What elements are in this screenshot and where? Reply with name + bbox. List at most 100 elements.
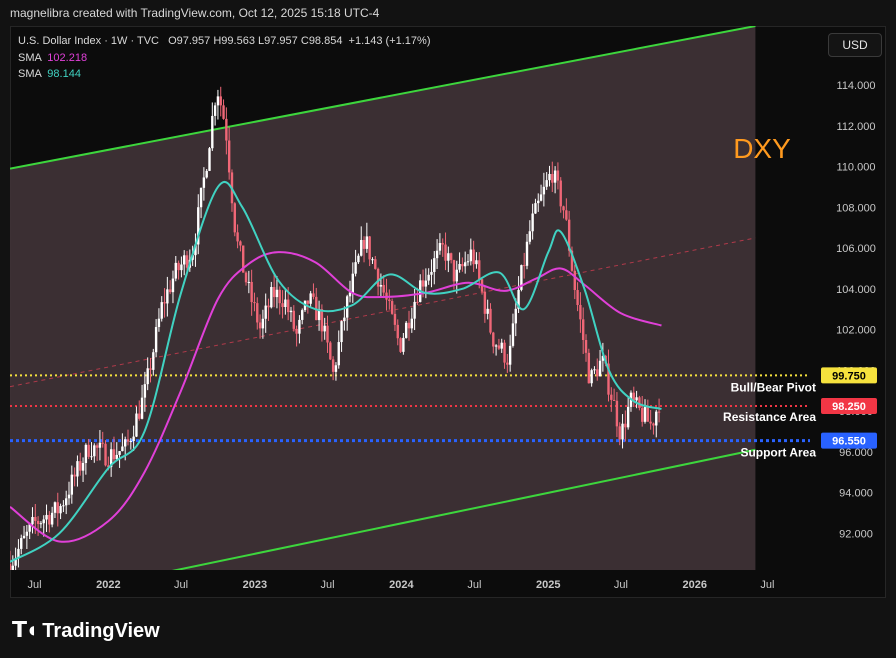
candle-body	[371, 259, 374, 261]
candle-body	[67, 494, 71, 499]
candle-body	[320, 309, 324, 332]
sma-fast-value: 98.144	[47, 68, 81, 80]
candle-body	[573, 270, 576, 291]
candle-body	[525, 241, 529, 266]
candle-body	[239, 241, 242, 246]
candle-body	[48, 514, 51, 525]
candle-body	[635, 397, 638, 401]
candle-body	[475, 260, 478, 265]
candle-body	[140, 397, 144, 419]
candle-body	[407, 322, 411, 329]
candle-body	[399, 338, 402, 352]
candle-body	[168, 289, 172, 293]
candle-body	[522, 265, 526, 267]
candle-body	[298, 319, 301, 334]
candle-body	[25, 531, 29, 536]
candle-body	[376, 268, 380, 287]
candle-body	[73, 474, 76, 477]
candle-body	[657, 411, 661, 413]
candle-body	[576, 290, 579, 305]
candle-body	[295, 328, 298, 334]
candle-body	[129, 441, 133, 443]
candle-body	[416, 301, 419, 303]
candle-body	[354, 262, 357, 274]
candle-body	[365, 236, 369, 249]
candle-body	[404, 322, 408, 338]
candle-body	[258, 322, 262, 329]
candle-body	[430, 271, 433, 275]
legend-high: 99.563	[221, 35, 255, 47]
candle-body	[444, 244, 447, 261]
candle-body	[118, 451, 121, 455]
candle-body	[157, 318, 161, 328]
candle-body	[435, 250, 439, 259]
candle-body	[553, 170, 557, 183]
candle-body	[388, 299, 391, 302]
candle-body	[643, 406, 647, 422]
candle-body	[104, 443, 107, 466]
candle-body	[508, 345, 512, 365]
candle-body	[638, 397, 641, 408]
candle-body	[331, 359, 335, 372]
level-price-tag-text: 96.550	[832, 436, 866, 448]
candle-body	[121, 446, 124, 452]
legend-main: U.S. Dollar Index · 1W · TVC O97.957 H99…	[18, 35, 430, 47]
x-tick-label: Jul	[27, 579, 41, 591]
x-tick-label: Jul	[760, 579, 774, 591]
candle-body	[143, 384, 147, 398]
candle-body	[323, 325, 326, 332]
candle-body	[472, 249, 475, 265]
candle-body	[596, 369, 599, 377]
candle-body	[135, 413, 138, 437]
candle-body	[357, 255, 360, 263]
candle-body	[138, 413, 141, 419]
candle-body	[227, 140, 231, 173]
candle-body	[174, 262, 177, 279]
candle-body	[374, 259, 377, 269]
candle-body	[433, 258, 436, 272]
candle-body	[649, 421, 652, 424]
candle-body	[503, 342, 506, 363]
y-tick-label: 114.000	[837, 80, 876, 92]
candle-body	[562, 206, 565, 211]
candle-body	[309, 293, 312, 304]
candle-body	[449, 253, 453, 261]
chart-canvas[interactable]: 92.00094.00096.00098.000100.000102.00010…	[10, 26, 886, 598]
candle-body	[368, 236, 371, 260]
candle-body	[514, 308, 517, 324]
candle-body	[402, 337, 405, 352]
tradingview-logo[interactable]: 𝗧◖ TradingView	[12, 617, 160, 643]
legend-change: +1.143 (+1.17%)	[348, 35, 431, 47]
candle-body	[362, 239, 366, 249]
currency-button[interactable]: USD	[828, 33, 882, 57]
candle-body	[483, 291, 487, 314]
y-tick-label: 92.000	[839, 528, 873, 540]
candle-body	[208, 148, 211, 171]
candle-body	[534, 203, 537, 214]
candle-body	[306, 300, 310, 304]
tradingview-mark-icon: 𝗧◖	[12, 617, 38, 642]
candle-body	[185, 255, 189, 268]
candle-body	[593, 369, 596, 371]
candle-body	[177, 262, 180, 271]
candle-body	[489, 308, 492, 333]
candle-body	[126, 439, 130, 442]
candle-body	[45, 514, 48, 520]
candle-body	[379, 285, 383, 287]
sma-slow-label: SMA	[18, 52, 42, 64]
candle-body	[334, 365, 338, 372]
candle-body	[579, 304, 582, 320]
legend-sma-fast[interactable]: SMA 98.144	[18, 68, 81, 80]
candle-body	[646, 406, 650, 422]
candle-body	[438, 243, 442, 251]
candle-body	[655, 411, 658, 426]
candle-body	[337, 342, 340, 366]
candle-body	[233, 203, 236, 233]
candle-body	[615, 400, 619, 427]
candle-body	[79, 461, 82, 471]
candle-body	[42, 519, 45, 524]
candle-body	[216, 96, 220, 106]
candle-body	[410, 318, 414, 329]
legend-sma-slow[interactable]: SMA 102.218	[18, 52, 87, 64]
candle-body	[455, 269, 458, 282]
